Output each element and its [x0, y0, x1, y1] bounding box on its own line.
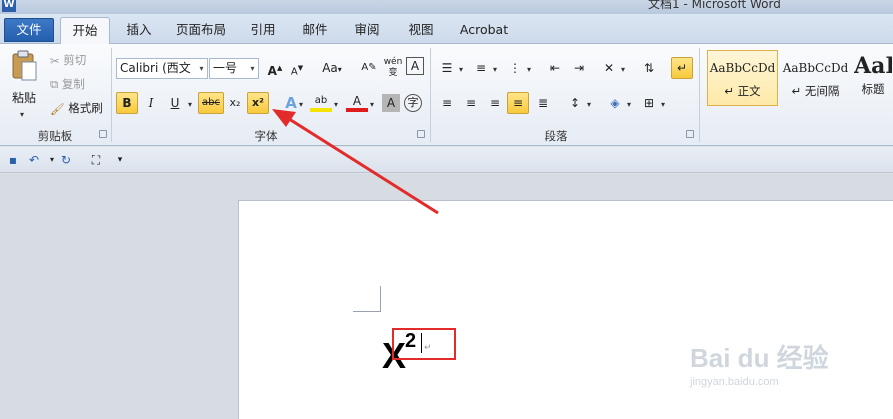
show-marks-icon[interactable]: ↵	[671, 57, 693, 79]
word-app-icon: W	[2, 0, 16, 12]
divider	[111, 48, 112, 142]
ribbon-home: 粘贴 ▾ ✂ 剪切 ⧉ 复制 🖌 格式刷 剪贴板 Calibri (西文 ▾ 一…	[0, 44, 893, 146]
ribbon-tabs: 文件 开始 插入 页面布局 引用 邮件 审阅 视图 Acrobat	[0, 14, 893, 45]
cut-button[interactable]: ✂ 剪切	[50, 52, 86, 68]
bold-button[interactable]: B	[116, 92, 138, 114]
numbering-icon[interactable]: ≡	[470, 57, 492, 79]
copy-label: 复制	[61, 77, 85, 91]
borders-icon[interactable]: ⊞	[638, 92, 660, 114]
document-page[interactable]	[238, 200, 893, 419]
style-no-spacing[interactable]: AaBbCcDd ↵ 无间隔	[780, 50, 851, 106]
chinese-layout-dropdown-icon[interactable]: ▾	[621, 65, 625, 74]
paintbrush-icon: 🖌	[50, 101, 65, 116]
font-name-combo[interactable]: Calibri (西文 ▾	[116, 58, 208, 79]
underline-dropdown-icon[interactable]: ▾	[188, 100, 192, 109]
highlight-button[interactable]: ab	[310, 92, 332, 112]
clipboard-launcher-icon[interactable]	[99, 130, 107, 138]
style-heading[interactable]: AaI 标题	[853, 50, 893, 106]
save-icon[interactable]: ▪	[5, 152, 21, 168]
tab-view[interactable]: 视图	[404, 20, 438, 42]
divider	[699, 48, 700, 142]
align-right-icon[interactable]: ≡	[484, 92, 506, 114]
paste-icon	[12, 50, 37, 81]
justify-icon[interactable]: ≡	[507, 92, 529, 114]
shrink-font-button[interactable]: A▼	[286, 57, 308, 79]
font-name-value: Calibri (西文	[120, 61, 191, 75]
font-group-label: 字体	[254, 129, 278, 143]
tab-page-layout[interactable]: 页面布局	[172, 20, 230, 42]
cut-label: 剪切	[63, 53, 87, 67]
tab-file[interactable]: 文件	[4, 18, 54, 42]
chinese-layout-icon[interactable]: ✕	[598, 57, 620, 79]
tab-references[interactable]: 引用	[246, 20, 280, 42]
paste-button[interactable]: 粘贴 ▾	[6, 48, 42, 119]
clear-formatting-icon[interactable]: A✎	[358, 57, 380, 79]
multilevel-dropdown-icon[interactable]: ▾	[527, 65, 531, 74]
divider	[430, 48, 431, 142]
bullets-icon[interactable]: ☰	[436, 57, 458, 79]
paragraph-group-label: 段落	[544, 129, 568, 143]
underline-button[interactable]: U	[164, 92, 186, 114]
borders-dropdown-icon[interactable]: ▾	[661, 100, 665, 109]
format-painter-label: 格式刷	[68, 101, 103, 115]
character-border-button[interactable]: A	[406, 57, 424, 75]
superscript-button[interactable]: x²	[247, 92, 269, 114]
font-size-value: 一号	[213, 61, 238, 75]
scissors-icon: ✂	[50, 53, 60, 68]
font-color-dropdown-icon[interactable]: ▾	[370, 100, 374, 109]
distributed-icon[interactable]: ≣	[532, 92, 554, 114]
clipboard-group-label: 剪贴板	[37, 129, 73, 143]
subscript-button[interactable]: x₂	[224, 92, 246, 114]
enclose-characters-button[interactable]: 字	[404, 94, 422, 112]
line-spacing-icon[interactable]: ↕	[564, 92, 586, 114]
quick-access-toolbar: ▪ ↶ ▾ ↻ ⛶ ▾	[0, 147, 893, 173]
navigation-icon[interactable]: ⛶	[88, 152, 104, 168]
margin-corner-mark	[353, 286, 381, 312]
watermark-url: jingyan.baidu.com	[690, 376, 779, 388]
sort-icon[interactable]: ⇅	[638, 57, 660, 79]
highlight-dropdown-icon[interactable]: ▾	[334, 100, 338, 109]
strikethrough-button[interactable]: abc	[198, 92, 224, 114]
tab-home[interactable]: 开始	[60, 17, 110, 45]
copy-icon: ⧉	[50, 77, 59, 91]
character-shading-button[interactable]: A	[382, 94, 400, 112]
grow-font-button[interactable]: A▲	[264, 57, 286, 79]
undo-icon[interactable]: ↶	[26, 152, 42, 168]
redo-icon[interactable]: ↻	[58, 152, 74, 168]
tab-acrobat[interactable]: Acrobat	[456, 20, 512, 42]
line-spacing-dropdown-icon[interactable]: ▾	[587, 100, 591, 109]
customize-qat-icon[interactable]: ▾	[112, 152, 128, 168]
numbering-dropdown-icon[interactable]: ▾	[493, 65, 497, 74]
style-normal[interactable]: AaBbCcDd ↵ 正文	[707, 50, 778, 106]
align-left-icon[interactable]: ≡	[436, 92, 458, 114]
bullets-dropdown-icon[interactable]: ▾	[459, 65, 463, 74]
paste-dropdown-icon[interactable]: ▾	[20, 110, 24, 119]
font-size-combo[interactable]: 一号 ▾	[209, 58, 259, 79]
align-center-icon[interactable]: ≡	[460, 92, 482, 114]
phonetic-guide-button[interactable]: wén 变	[382, 57, 404, 79]
shading-icon[interactable]: ◈	[604, 92, 626, 114]
text-effects-dropdown-icon[interactable]: ▾	[299, 100, 303, 109]
font-launcher-icon[interactable]	[417, 130, 425, 138]
font-color-button[interactable]: A	[346, 92, 368, 112]
tab-mailings[interactable]: 邮件	[298, 20, 332, 42]
copy-button[interactable]: ⧉ 复制	[50, 76, 85, 92]
multilevel-list-icon[interactable]: ⋮	[504, 57, 526, 79]
tab-review[interactable]: 审阅	[350, 20, 384, 42]
italic-button[interactable]: I	[140, 92, 162, 114]
increase-indent-icon[interactable]: ⇥	[568, 57, 590, 79]
tab-insert[interactable]: 插入	[122, 20, 156, 42]
decrease-indent-icon[interactable]: ⇤	[544, 57, 566, 79]
shading-dropdown-icon[interactable]: ▾	[627, 100, 631, 109]
chevron-down-icon: ▾	[199, 64, 204, 73]
paragraph-launcher-icon[interactable]	[686, 130, 694, 138]
paste-label: 粘贴	[11, 91, 36, 105]
title-bar: W 文档1 - Microsoft Word	[0, 0, 893, 14]
window-title: 文档1 - Microsoft Word	[648, 0, 781, 11]
change-case-button[interactable]: Aa▾	[318, 57, 346, 79]
annotation-highlight-box	[392, 328, 456, 360]
chevron-down-icon: ▾	[250, 64, 255, 73]
watermark-brand: Bai du 经验	[690, 343, 829, 373]
format-painter-button[interactable]: 🖌 格式刷	[50, 100, 103, 116]
